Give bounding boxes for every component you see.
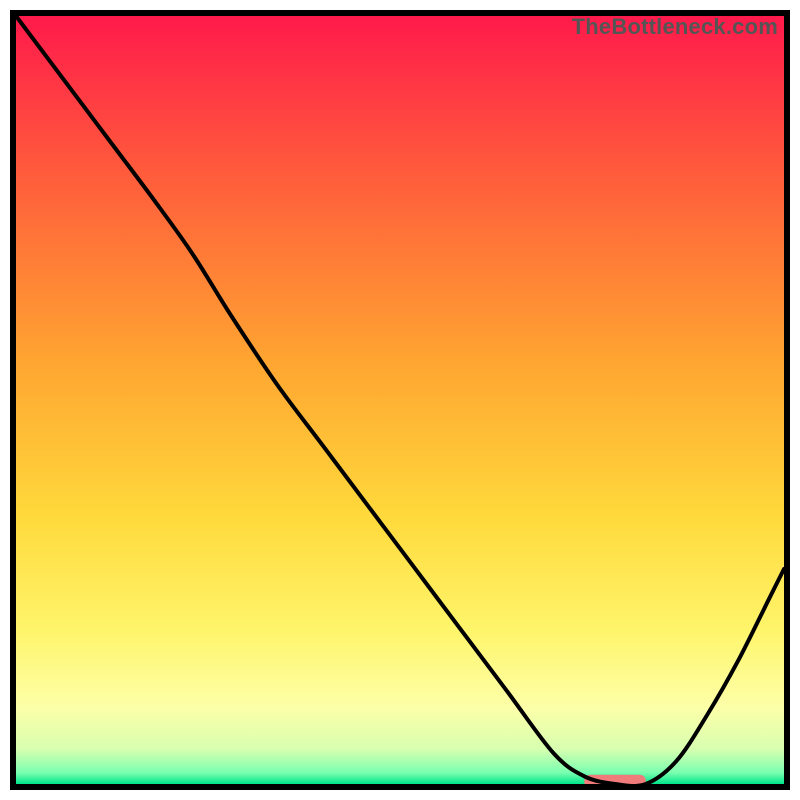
plot-border: TheBottleneck.com: [10, 10, 790, 790]
chart-frame: TheBottleneck.com: [0, 0, 800, 800]
plot-canvas: [16, 16, 784, 784]
heat-gradient-background: [16, 16, 784, 784]
watermark-text: TheBottleneck.com: [572, 14, 778, 40]
